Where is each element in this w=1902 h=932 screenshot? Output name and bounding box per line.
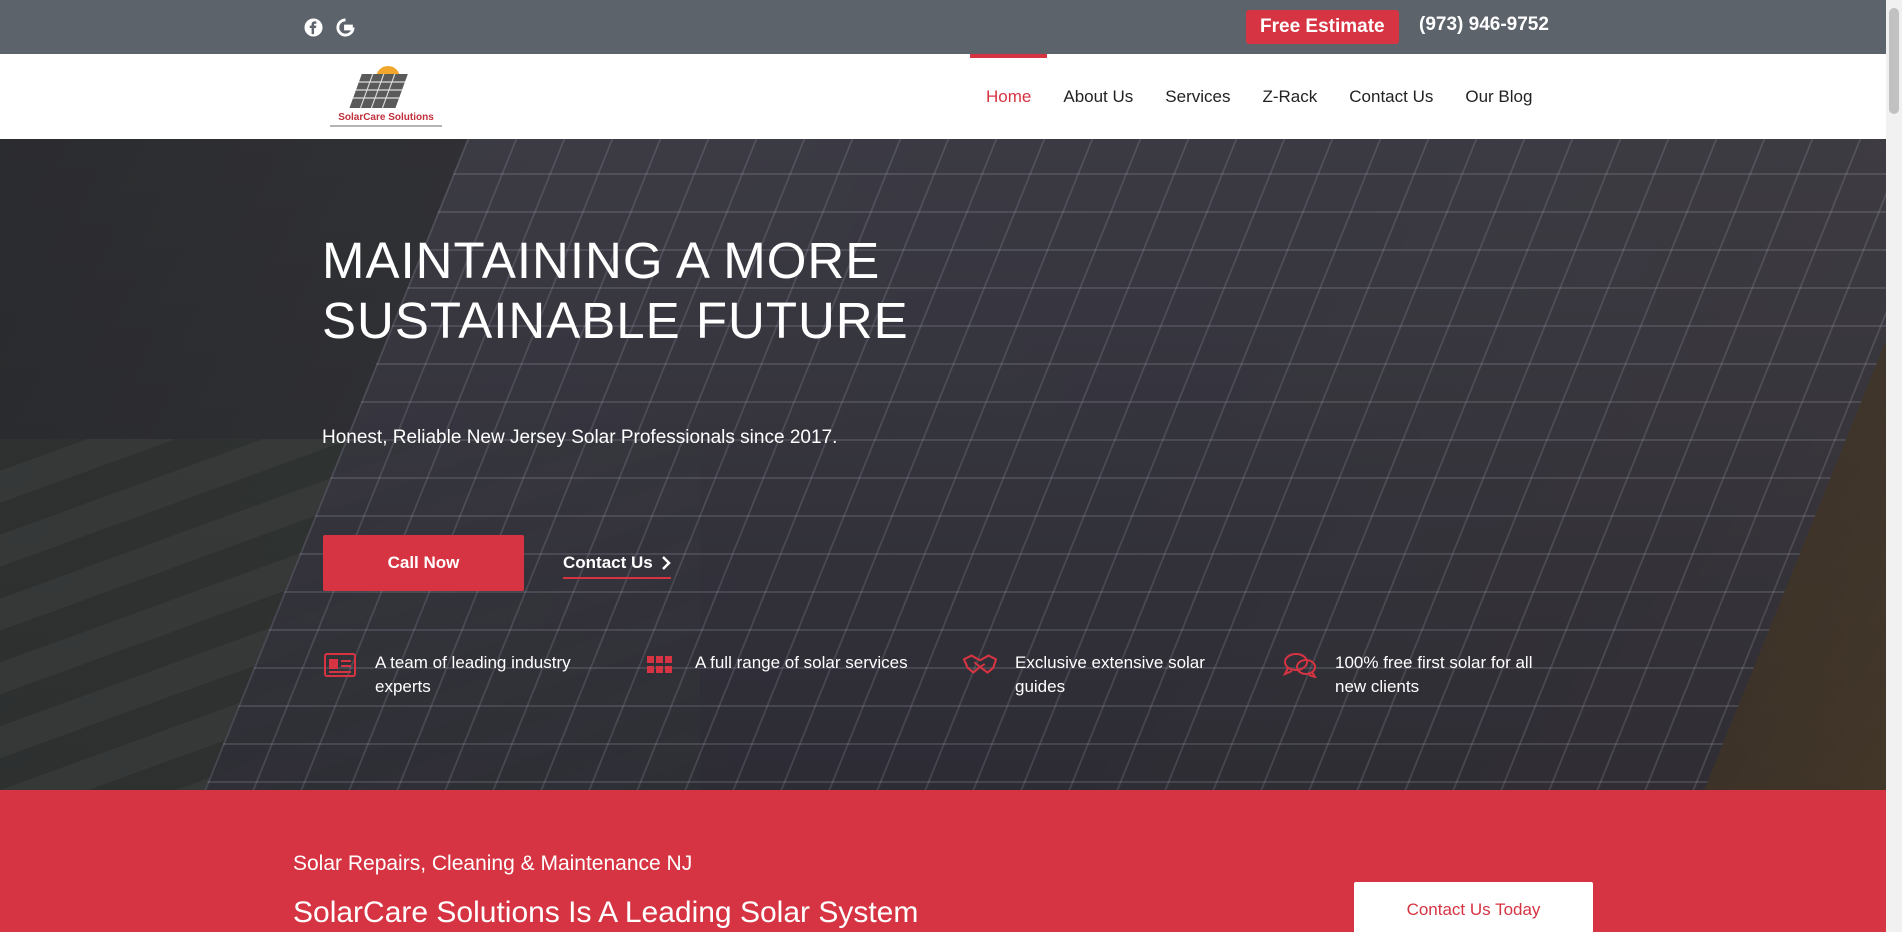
nav-services[interactable]: Services [1149,54,1246,139]
feature-text: A full range of solar services [695,653,908,672]
main-nav: Home About Us Services Z-Rack Contact Us… [970,54,1548,139]
nav-home[interactable]: Home [970,54,1048,139]
nav-z-rack[interactable]: Z-Rack [1246,54,1333,139]
main-header: SolarCare Solutions Home About Us Servic… [0,54,1886,139]
social-links [302,16,356,38]
contact-us-link-label: Contact Us [563,553,653,572]
top-bar: Free Estimate (973) 946-9752 [0,0,1886,54]
feature-item: 100% free first solar for all new client… [1283,651,1603,699]
page-scrollbar[interactable] [1886,0,1902,932]
chevron-right-icon [661,556,671,570]
logo-tagline-mark [330,125,442,127]
band-subtitle: Solar Repairs, Cleaning & Maintenance NJ [293,852,693,875]
contact-us-link[interactable]: Contact Us [563,553,671,579]
grid-icon [643,651,677,679]
feature-text: Exclusive extensive solar guides [1015,653,1205,696]
call-now-button[interactable]: Call Now [323,535,524,591]
feature-item: Exclusive extensive solar guides [963,651,1283,699]
hero-title-line2: SUSTAINABLE FUTURE [322,292,909,349]
services-band: Solar Repairs, Cleaning & Maintenance NJ… [0,790,1886,932]
google-icon[interactable] [334,16,356,38]
logo[interactable]: SolarCare Solutions [324,60,448,132]
phone-link[interactable]: (973) 946-9752 [1419,14,1549,36]
band-title: SolarCare Solutions Is A Leading Solar S… [293,896,919,929]
feature-text: 100% free first solar for all new client… [1335,653,1533,696]
hero-subtitle: Honest, Reliable New Jersey Solar Profes… [322,427,838,448]
feature-list: A team of leading industry experts A ful… [323,651,1603,699]
facebook-icon[interactable] [302,16,324,38]
contact-us-today-button[interactable]: Contact Us Today [1354,882,1593,932]
scrollbar-thumb[interactable] [1889,8,1899,114]
logo-text: SolarCare Solutions [338,112,434,123]
feature-item: A full range of solar services [643,651,963,699]
chat-bubbles-icon [1283,651,1317,679]
nav-contact-us[interactable]: Contact Us [1333,54,1449,139]
hero-section: MAINTAINING A MORE SUSTAINABLE FUTURE Ho… [0,139,1886,790]
hero-title: MAINTAINING A MORE SUSTAINABLE FUTURE [322,231,1022,351]
id-card-icon [323,651,357,679]
nav-our-blog[interactable]: Our Blog [1449,54,1548,139]
feature-item: A team of leading industry experts [323,651,643,699]
hero-title-line1: MAINTAINING A MORE [322,232,881,289]
free-estimate-button[interactable]: Free Estimate [1246,10,1399,44]
handshake-icon [963,651,997,679]
solar-panel-logo-icon [349,66,408,108]
feature-text: A team of leading industry experts [375,653,571,696]
nav-about-us[interactable]: About Us [1047,54,1149,139]
